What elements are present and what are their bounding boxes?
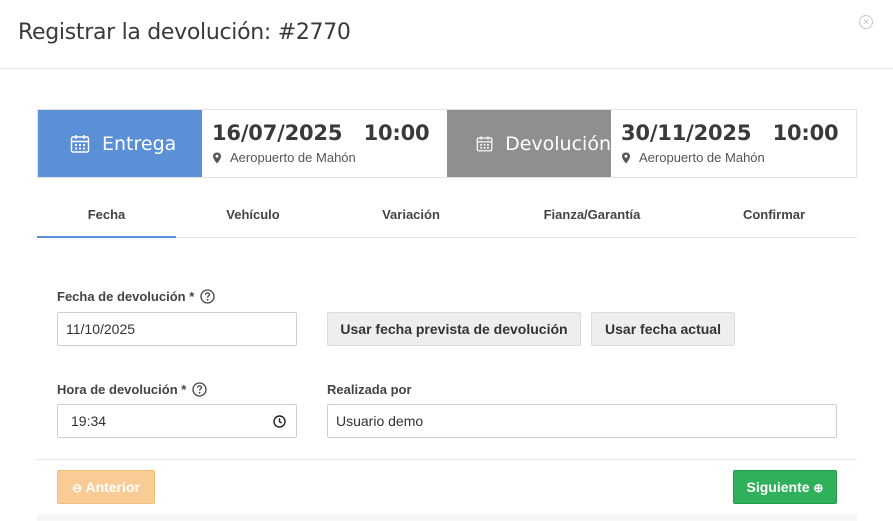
next-button[interactable]: Siguiente ⊕ [733,470,837,504]
map-pin-icon [213,152,221,163]
tab-vehiculo[interactable]: Vehículo [187,198,319,238]
modal-title: Registrar la devolución: #2770 [18,20,351,45]
delivery-place: Aeropuerto de Mahón [212,150,429,165]
return-time-label: Hora de devolución * [57,382,187,397]
close-icon[interactable]: ✕ [859,15,873,29]
map-pin-icon [622,152,630,163]
return-time-value: 19:34 [71,413,107,429]
delivery-datetime: 16/07/2025 10:00 [212,121,430,145]
done-by-input[interactable]: Usuario demo [327,404,837,438]
calendar-icon [476,135,493,151]
arrow-right-circle-icon: ⊕ [813,481,824,495]
return-date-label: Fecha de devolución * [57,289,195,304]
tab-fianza-garantia[interactable]: Fianza/Garantía [516,198,668,238]
rental-summary: Entrega 16/07/2025 10:00 Aeropuerto de M… [37,109,857,178]
done-by-label: Realizada por [327,382,412,397]
tab-variacion[interactable]: Variación [345,198,477,238]
delivery-place-label: Aeropuerto de Mahón [230,150,356,165]
tab-confirmar[interactable]: Confirmar [708,198,840,238]
bottom-shadow [37,514,857,521]
use-planned-date-button[interactable]: Usar fecha prevista de devolución [327,312,581,346]
use-current-date-button[interactable]: Usar fecha actual [591,312,735,346]
wizard-tabs: Fecha Vehículo Variación Fianza/Garantía… [37,198,857,238]
return-label: Devolución [505,132,611,155]
calendar-icon [70,134,90,153]
delivery-label: Entrega [102,132,177,155]
return-place: Aeropuerto de Mahón [621,150,838,165]
next-button-label: Siguiente [746,479,810,495]
return-time-input[interactable]: 19:34 [57,404,297,438]
arrow-left-circle-icon: ⊖ [72,481,83,495]
delivery-info: 16/07/2025 10:00 Aeropuerto de Mahón [212,121,430,165]
help-icon[interactable] [192,382,207,397]
return-badge: Devolución [447,110,611,177]
return-time-label-row: Hora de devolución * [57,382,207,397]
return-date-label-row: Fecha de devolución * [57,289,215,304]
footer-divider [37,459,857,460]
modal-header: Registrar la devolución: #2770 ✕ [0,0,893,69]
return-datetime: 30/11/2025 10:00 [621,121,839,145]
previous-button-label: Anterior [85,479,140,495]
return-date-input[interactable]: 11/10/2025 [57,312,297,346]
clock-icon[interactable] [273,415,286,428]
return-info: 30/11/2025 10:00 Aeropuerto de Mahón [621,121,839,165]
tab-fecha[interactable]: Fecha [37,198,176,238]
return-place-label: Aeropuerto de Mahón [639,150,765,165]
previous-button[interactable]: ⊖ Anterior [57,470,155,504]
help-icon[interactable] [200,289,215,304]
delivery-badge: Entrega [38,110,202,177]
